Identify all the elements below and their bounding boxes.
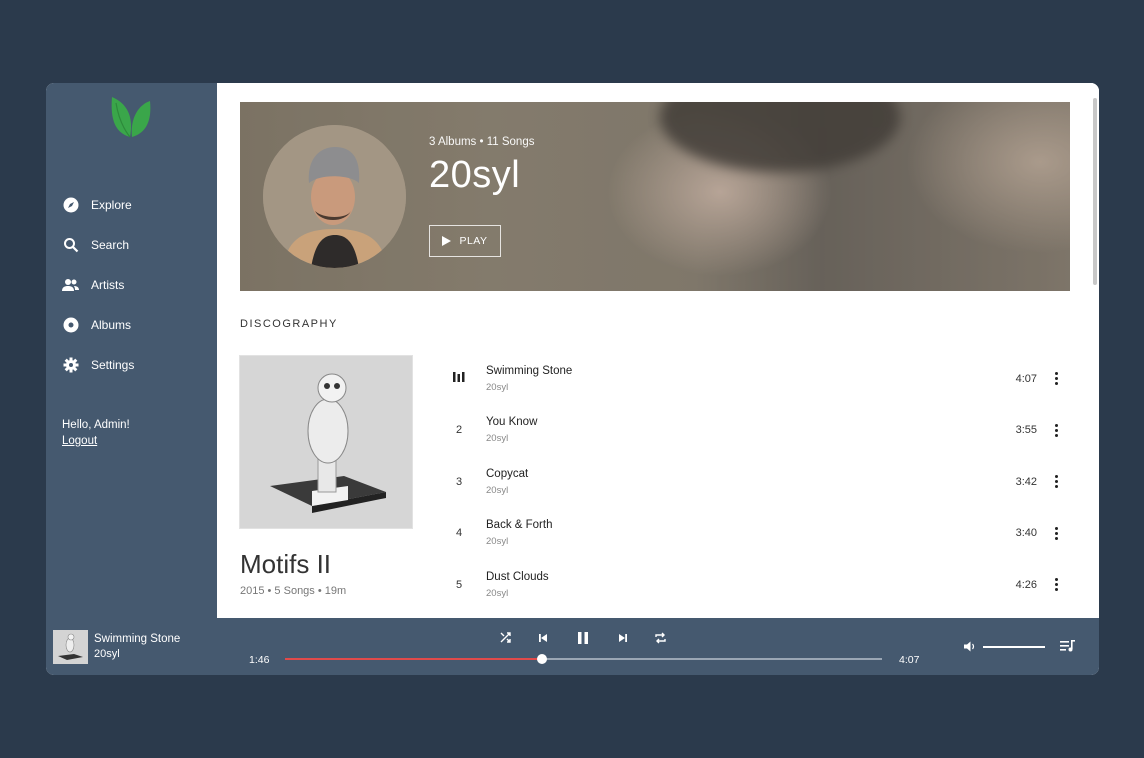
progress-fill [285, 658, 542, 660]
track-duration: 3:40 [1015, 527, 1037, 540]
queue-icon[interactable] [1058, 638, 1076, 654]
now-playing-cover[interactable] [53, 630, 88, 664]
track-row[interactable]: 5 Dust Clouds 20syl 4:26 [443, 559, 1063, 611]
sidebar-item-label: Search [91, 238, 130, 252]
track-row[interactable]: 4 Back & Forth 20syl 3:40 [443, 508, 1063, 560]
more-options-icon[interactable] [1049, 369, 1063, 389]
play-icon [442, 236, 452, 246]
more-options-icon[interactable] [1049, 420, 1063, 440]
track-artist: 20syl [486, 433, 509, 445]
now-playing-artist: 20syl [94, 648, 120, 660]
sidebar-item-albums[interactable]: Albums [62, 305, 212, 345]
track-number: 5 [455, 578, 463, 591]
track-duration: 3:55 [1015, 424, 1037, 437]
artist-avatar [263, 125, 406, 268]
play-label: PLAY [459, 235, 488, 247]
sidebar: Explore Search Artists Albums Settings H… [46, 83, 217, 618]
artist-header: 3 Albums • 11 Songs 20syl [429, 136, 534, 197]
sidebar-item-settings[interactable]: Settings [62, 345, 212, 385]
sidebar-item-search[interactable]: Search [62, 225, 212, 265]
track-duration: 4:26 [1015, 578, 1037, 591]
volume-slider[interactable] [983, 646, 1045, 648]
track-row[interactable]: Swimming Stone 20syl 4:07 [443, 353, 1063, 405]
sidebar-item-label: Settings [91, 358, 135, 372]
next-track-icon[interactable] [614, 630, 632, 646]
volume-icon[interactable] [961, 638, 979, 654]
elapsed-time: 1:46 [249, 654, 270, 666]
track-duration: 4:07 [1015, 372, 1037, 385]
more-options-icon[interactable] [1049, 575, 1063, 595]
total-time: 4:07 [899, 654, 920, 666]
shuffle-icon[interactable] [497, 630, 515, 646]
progress-slider[interactable] [285, 654, 882, 664]
track-row[interactable]: 2 You Know 20syl 3:55 [443, 405, 1063, 457]
track-title: Dust Clouds [486, 570, 549, 583]
sidebar-nav: Explore Search Artists Albums Settings [62, 185, 212, 385]
disc-icon [62, 317, 79, 334]
people-icon [62, 277, 79, 294]
progress-knob[interactable] [536, 654, 547, 664]
sidebar-item-label: Artists [91, 278, 125, 292]
leaf-logo-icon[interactable] [108, 93, 154, 139]
sidebar-item-explore[interactable]: Explore [62, 185, 212, 225]
player-bar: Swimming Stone 20syl 1:46 4:07 [46, 618, 1099, 675]
now-playing-title: Swimming Stone [94, 633, 181, 645]
track-row[interactable]: 3 Copycat 20syl 3:42 [443, 456, 1063, 508]
greeting-text: Hello, Admin! [62, 419, 130, 431]
pause-icon[interactable] [574, 630, 592, 646]
more-options-icon[interactable] [1049, 523, 1063, 543]
user-greeting: Hello, Admin! Logout [62, 417, 130, 449]
album-cover[interactable] [239, 355, 413, 529]
sidebar-item-artists[interactable]: Artists [62, 265, 212, 305]
scrollbar[interactable] [1093, 98, 1097, 285]
track-title: Copycat [486, 467, 529, 480]
logout-link[interactable]: Logout [62, 433, 130, 449]
album-title: Motifs II [240, 549, 332, 579]
track-list: Swimming Stone 20syl 4:07 2 You Know 20s… [443, 353, 1063, 611]
play-artist-button[interactable]: PLAY [429, 225, 501, 257]
track-duration: 3:42 [1015, 475, 1037, 488]
repeat-icon[interactable] [651, 630, 669, 646]
artist-hero: 3 Albums • 11 Songs 20syl PLAY [240, 102, 1070, 291]
artist-name: 20syl [429, 154, 521, 196]
track-artist: 20syl [486, 587, 509, 599]
sidebar-item-label: Albums [91, 318, 132, 332]
track-title: Swimming Stone [486, 364, 573, 377]
track-artist: 20syl [486, 484, 509, 496]
gear-icon [62, 357, 79, 374]
previous-track-icon[interactable] [534, 630, 552, 646]
sidebar-item-label: Explore [91, 198, 132, 212]
album-meta: 2015 • 5 Songs • 19m [240, 585, 347, 597]
app-window: Explore Search Artists Albums Settings H… [46, 83, 1099, 675]
now-playing-icon [443, 372, 475, 385]
search-icon [62, 237, 79, 254]
discography-title: DISCOGRAPHY [240, 318, 338, 330]
more-options-icon[interactable] [1049, 472, 1063, 492]
track-title: Back & Forth [486, 519, 553, 532]
track-artist: 20syl [486, 381, 509, 393]
track-artist: 20syl [486, 536, 509, 548]
artist-stats: 3 Albums • 11 Songs [429, 136, 535, 148]
track-number: 2 [455, 424, 463, 437]
main-content: 3 Albums • 11 Songs 20syl PLAY DISCOGRAP… [217, 83, 1099, 618]
compass-icon [62, 197, 79, 214]
track-title: You Know [486, 416, 538, 429]
track-number: 4 [455, 527, 463, 540]
track-number: 3 [455, 475, 463, 488]
